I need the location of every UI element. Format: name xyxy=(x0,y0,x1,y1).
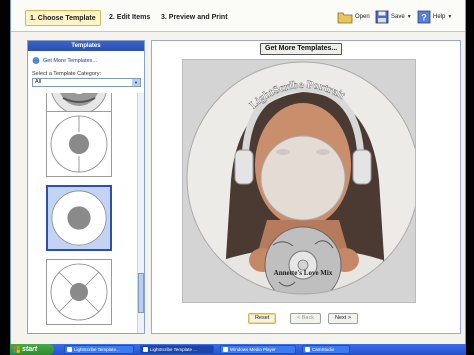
windows-logo-icon xyxy=(13,346,20,353)
step-choose-template[interactable]: 1. Choose Template xyxy=(25,10,101,26)
category-value: All xyxy=(35,79,42,85)
app-icon xyxy=(67,347,72,352)
start-label: start xyxy=(22,346,38,353)
help-button[interactable]: ? Help ▼ xyxy=(417,6,452,28)
template-thumbnail[interactable] xyxy=(46,111,112,177)
step-edit-items[interactable]: 2. Edit Items xyxy=(105,10,154,26)
chevron-down-icon[interactable]: ▼ xyxy=(447,14,452,20)
taskbar-item[interactable]: LightScribe Template... xyxy=(64,345,134,354)
get-more-templates-button[interactable]: Get More Templates... xyxy=(260,43,343,55)
disc-label-text: Annette's Love Mix xyxy=(274,269,333,277)
taskbar-item-label: CamStudio xyxy=(312,347,335,352)
templates-panel-header: Templates xyxy=(28,41,144,51)
floppy-disk-icon xyxy=(375,10,389,24)
disc-label-preview: LightScribe Portrait Annette's Love Mix xyxy=(183,60,415,302)
get-more-templates-link-text: Get More Templates... xyxy=(43,57,98,64)
taskbar: start LightScribe Template... LightScrib… xyxy=(10,344,466,355)
next-button[interactable]: Next > xyxy=(328,313,359,324)
reset-button[interactable]: Reset xyxy=(248,313,277,324)
taskbar-item-label: Windows Media Player xyxy=(230,347,276,352)
step-bar: 1. Choose Template 2. Edit Items 3. Prev… xyxy=(11,0,465,32)
taskbar-item-label: LightScribe Template ... xyxy=(150,347,197,352)
template-thumbnail-selected[interactable] xyxy=(46,185,112,251)
taskbar-item-label: LightScribe Template... xyxy=(74,347,120,352)
app-icon xyxy=(223,347,228,352)
back-button[interactable]: < Back xyxy=(290,313,321,324)
template-preview-panel: Get More Templates... LightScribe Portra… xyxy=(151,40,461,334)
get-more-templates-link[interactable]: Get More Templates... xyxy=(32,57,97,64)
category-label: Select a Template Category: xyxy=(32,71,101,77)
open-label: Open xyxy=(355,14,370,20)
wizard-nav: Reset < Back Next > xyxy=(248,313,368,325)
app-icon xyxy=(143,347,148,352)
taskbar-item[interactable]: CamStudio xyxy=(302,345,350,354)
taskbar-item-active[interactable]: LightScribe Template ... xyxy=(140,345,214,354)
help-label: Help xyxy=(433,14,446,20)
template-thumbnail[interactable] xyxy=(46,259,112,325)
start-button[interactable]: start xyxy=(10,344,54,355)
step-preview-print[interactable]: 3. Preview and Print xyxy=(157,10,232,26)
chevron-down-icon[interactable]: ▼ xyxy=(132,79,140,86)
help-book-icon: ? xyxy=(417,10,431,24)
folder-icon xyxy=(337,12,353,24)
svg-text:?: ? xyxy=(421,13,427,23)
taskbar-item[interactable]: Windows Media Player xyxy=(220,345,296,354)
category-select[interactable]: All ▼ xyxy=(32,78,141,87)
save-button[interactable]: Save ▼ xyxy=(375,6,412,28)
disc-preview: LightScribe Portrait Annette's Love Mix xyxy=(182,59,416,303)
templates-panel: Templates Get More Templates... Select a… xyxy=(27,40,145,334)
app-window: 1. Choose Template 2. Edit Items 3. Prev… xyxy=(10,0,466,344)
templates-scrollbar-thumb[interactable] xyxy=(138,273,144,313)
chevron-down-icon[interactable]: ▼ xyxy=(407,14,412,20)
globe-icon xyxy=(32,57,40,64)
app-icon xyxy=(305,347,310,352)
save-label: Save xyxy=(391,14,405,20)
template-thumbnail-list xyxy=(32,93,136,333)
templates-scrollbar[interactable] xyxy=(137,93,144,333)
open-button[interactable]: Open xyxy=(337,6,370,28)
